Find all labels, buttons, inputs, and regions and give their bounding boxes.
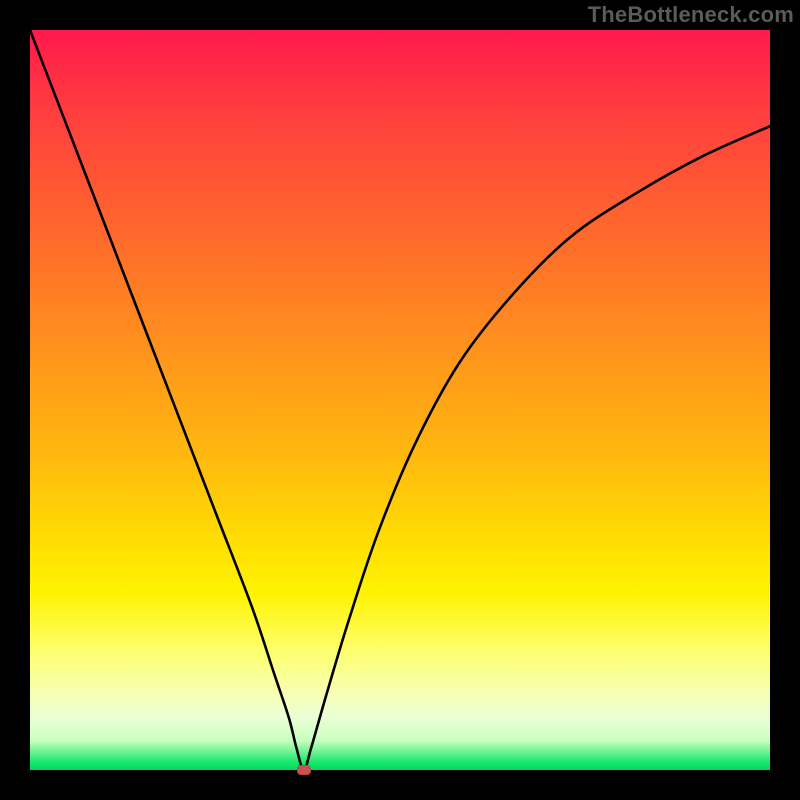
- chart-frame: TheBottleneck.com: [0, 0, 800, 800]
- plot-area: [30, 30, 770, 770]
- optimal-point-marker: [297, 765, 311, 775]
- bottleneck-curve: [30, 30, 770, 770]
- watermark-text: TheBottleneck.com: [588, 2, 794, 28]
